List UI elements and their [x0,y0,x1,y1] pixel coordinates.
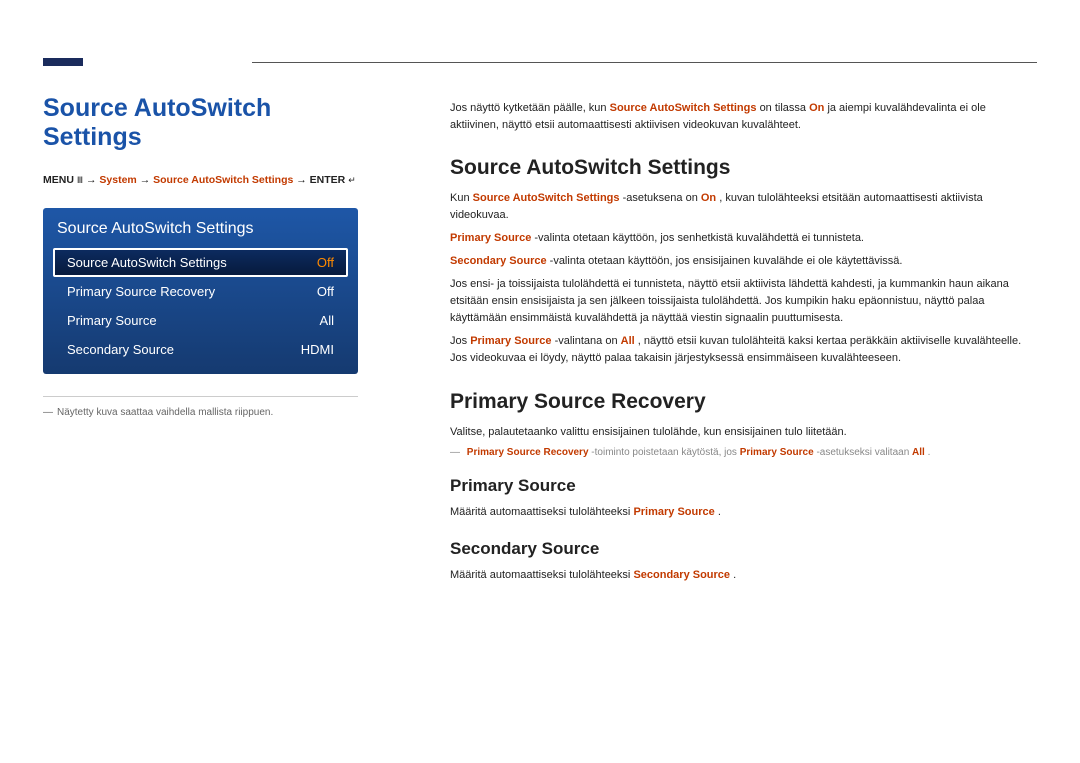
osd-item-value: HDMI [301,342,334,357]
text: . [718,506,721,518]
arrow: → [86,174,99,186]
osd-items: Source AutoSwitch Settings Off Primary S… [53,248,348,364]
osd-item-value: Off [317,284,334,299]
osd-item-primary-source[interactable]: Primary Source All [53,306,348,335]
osd-title: Source AutoSwitch Settings [53,216,348,248]
intro-paragraph: Jos näyttö kytketään päälle, kun Source … [450,100,1037,134]
osd-item-label: Primary Source Recovery [67,284,215,299]
text: Jos näyttö kytketään päälle, kun [450,102,610,114]
page-title: Source AutoSwitch Settings [43,94,358,152]
text: on tilassa [760,102,810,114]
text-hl: Primary Source [470,335,551,347]
right-column: Jos näyttö kytketään päälle, kun Source … [450,100,1037,590]
text: -toiminto poistetaan käytöstä, jos [591,447,739,458]
sec4-p1: Määritä automaattiseksi tulolähteeksi Se… [450,567,1037,584]
text-hl: On [809,102,824,114]
menu-icon: Ⅲ [77,175,83,186]
text: -valinta otetaan käyttöön, jos senhetkis… [534,232,864,244]
osd-item-label: Source AutoSwitch Settings [67,255,227,270]
text-hl: Primary Source Recovery [467,447,589,458]
sec2-p1: Valitse, palautetaanko valittu ensisijai… [450,424,1037,441]
text-hl: Primary Source [740,447,814,458]
enter-label: ENTER [310,174,346,186]
text: -valintana on [555,335,621,347]
sec3-p1: Määritä automaattiseksi tulolähteeksi Pr… [450,504,1037,521]
menu-breadcrumb: MENU Ⅲ → System → Source AutoSwitch Sett… [43,174,358,186]
text-hl: Source AutoSwitch Settings [610,102,757,114]
osd-item-source-autoswitch[interactable]: Source AutoSwitch Settings Off [53,248,348,277]
left-column: Source AutoSwitch Settings MENU Ⅲ → Syst… [43,94,358,418]
osd-item-secondary-source[interactable]: Secondary Source HDMI [53,335,348,364]
header-marker [43,58,83,66]
text: . [733,569,736,581]
text-hl: Secondary Source [450,255,547,267]
text: -valinta otetaan käyttöön, jos ensisijai… [550,255,903,267]
osd-item-value: All [320,313,334,328]
text: Määritä automaattiseksi tulolähteeksi [450,506,633,518]
text: . [928,447,931,458]
text-hl: Secondary Source [633,569,730,581]
sec1-p2: Primary Source -valinta otetaan käyttöön… [450,230,1037,247]
text: Määritä automaattiseksi tulolähteeksi [450,569,633,581]
text: -asetuksena on [623,192,701,204]
section-heading-recovery: Primary Source Recovery [450,390,1037,414]
text-hl: All [912,447,925,458]
breadcrumb-system: System [99,174,136,186]
section-heading-primary: Primary Source [450,476,1037,496]
arrow: → [296,174,309,186]
text: Jos [450,335,470,347]
osd-item-label: Primary Source [67,313,157,328]
text: Kun [450,192,473,204]
osd-item-label: Secondary Source [67,342,174,357]
text-hl: All [621,335,635,347]
enter-icon: ↵ [348,175,356,186]
divider [43,396,358,397]
sec1-p3: Secondary Source -valinta otetaan käyttö… [450,253,1037,270]
text-hl: Primary Source [633,506,714,518]
sec1-p1: Kun Source AutoSwitch Settings -asetukse… [450,190,1037,224]
footnote-text: Näytetty kuva saattaa vaihdella mallista… [57,407,273,418]
text: -asetukseksi valitaan [816,447,912,458]
sec1-p5: Jos Primary Source -valintana on All , n… [450,333,1037,367]
osd-panel: Source AutoSwitch Settings Source AutoSw… [43,208,358,374]
section-heading-secondary: Secondary Source [450,539,1037,559]
header-rule [252,62,1037,63]
sec2-note: ― Primary Source Recovery -toiminto pois… [450,447,1037,458]
osd-item-primary-recovery[interactable]: Primary Source Recovery Off [53,277,348,306]
text-hl: Primary Source [450,232,531,244]
section-heading-autoswitch: Source AutoSwitch Settings [450,156,1037,180]
left-footnote: ―Näytetty kuva saattaa vaihdella mallist… [43,407,358,418]
arrow: → [140,174,153,186]
breadcrumb-item: Source AutoSwitch Settings [153,174,293,186]
sec1-p4: Jos ensi- ja toissijaista tulolähdettä e… [450,276,1037,327]
osd-item-value: Off [317,255,334,270]
menu-label: MENU [43,174,74,186]
text-hl: On [701,192,716,204]
text-hl: Source AutoSwitch Settings [473,192,620,204]
